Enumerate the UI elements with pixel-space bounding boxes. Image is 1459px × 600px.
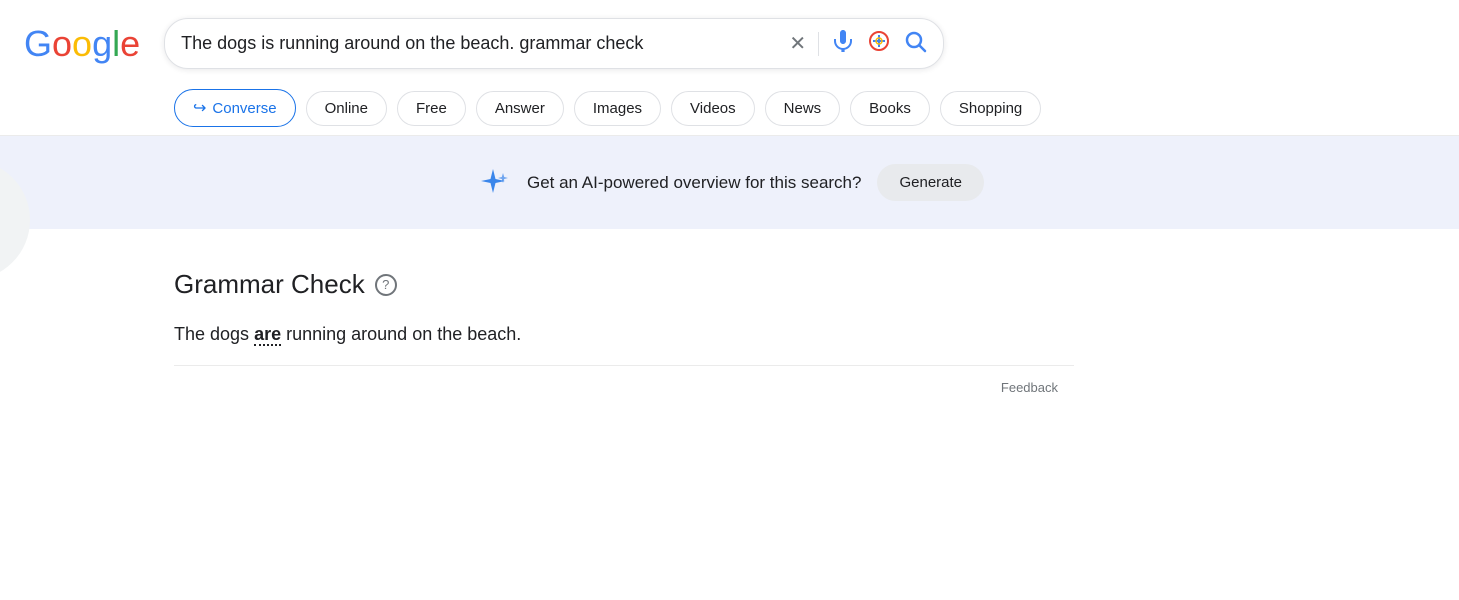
grammar-check-title-text: Grammar Check	[174, 269, 365, 300]
feedback-row: Feedback	[174, 365, 1074, 395]
header: G o o g l e ✕	[0, 0, 1459, 81]
search-bar: ✕	[164, 18, 944, 69]
filters-row: ↪ Converse Online Free Answer Images Vid…	[0, 81, 1459, 136]
filter-chip-online[interactable]: Online	[306, 91, 387, 126]
logo-g2: g	[92, 23, 112, 65]
ai-overview-banner: Get an AI-powered overview for this sear…	[0, 136, 1459, 229]
logo-o1: o	[52, 23, 72, 65]
search-divider	[818, 32, 819, 56]
filter-label-answer: Answer	[495, 100, 545, 117]
converse-icon: ↪	[193, 98, 206, 118]
filter-chip-images[interactable]: Images	[574, 91, 661, 126]
filter-label-online: Online	[325, 100, 368, 117]
filter-label-news: News	[784, 100, 822, 117]
filter-label-books: Books	[869, 100, 911, 117]
logo-l: l	[112, 23, 120, 65]
sentence-after: running around on the beach.	[281, 324, 521, 344]
generate-button[interactable]: Generate	[877, 164, 984, 201]
help-icon[interactable]: ?	[375, 274, 397, 296]
mic-icon[interactable]	[831, 29, 855, 58]
lens-icon[interactable]	[867, 29, 891, 58]
sentence-highlight: are	[254, 324, 281, 346]
filter-label-shopping: Shopping	[959, 100, 1022, 117]
search-bar-icons: ✕	[789, 29, 927, 58]
filter-label-converse: Converse	[212, 100, 276, 117]
sentence-before: The dogs	[174, 324, 254, 344]
search-submit-icon[interactable]	[903, 29, 927, 58]
filter-chip-free[interactable]: Free	[397, 91, 466, 126]
corrected-sentence: The dogs are running around on the beach…	[174, 324, 1435, 345]
filter-chip-answer[interactable]: Answer	[476, 91, 564, 126]
ai-banner-inner: Get an AI-powered overview for this sear…	[475, 164, 984, 201]
logo-o2: o	[72, 23, 92, 65]
filter-label-videos: Videos	[690, 100, 736, 117]
filter-chip-news[interactable]: News	[765, 91, 841, 126]
feedback-link[interactable]: Feedback	[1001, 380, 1058, 395]
filter-chip-books[interactable]: Books	[850, 91, 930, 126]
filter-chip-videos[interactable]: Videos	[671, 91, 755, 126]
search-input[interactable]	[181, 33, 777, 54]
logo-g1: G	[24, 23, 52, 65]
main-content: Grammar Check ? The dogs are running aro…	[0, 229, 1459, 435]
clear-icon[interactable]: ✕	[789, 34, 806, 54]
grammar-check-section-title: Grammar Check ?	[174, 269, 1435, 300]
ai-banner-text: Get an AI-powered overview for this sear…	[527, 173, 862, 193]
ai-sparkle-icon	[475, 165, 511, 201]
filter-label-images: Images	[593, 100, 642, 117]
filter-chip-converse[interactable]: ↪ Converse	[174, 89, 296, 127]
filter-label-free: Free	[416, 100, 447, 117]
filter-chip-shopping[interactable]: Shopping	[940, 91, 1041, 126]
logo-e: e	[120, 23, 140, 65]
google-logo: G o o g l e	[24, 23, 140, 65]
